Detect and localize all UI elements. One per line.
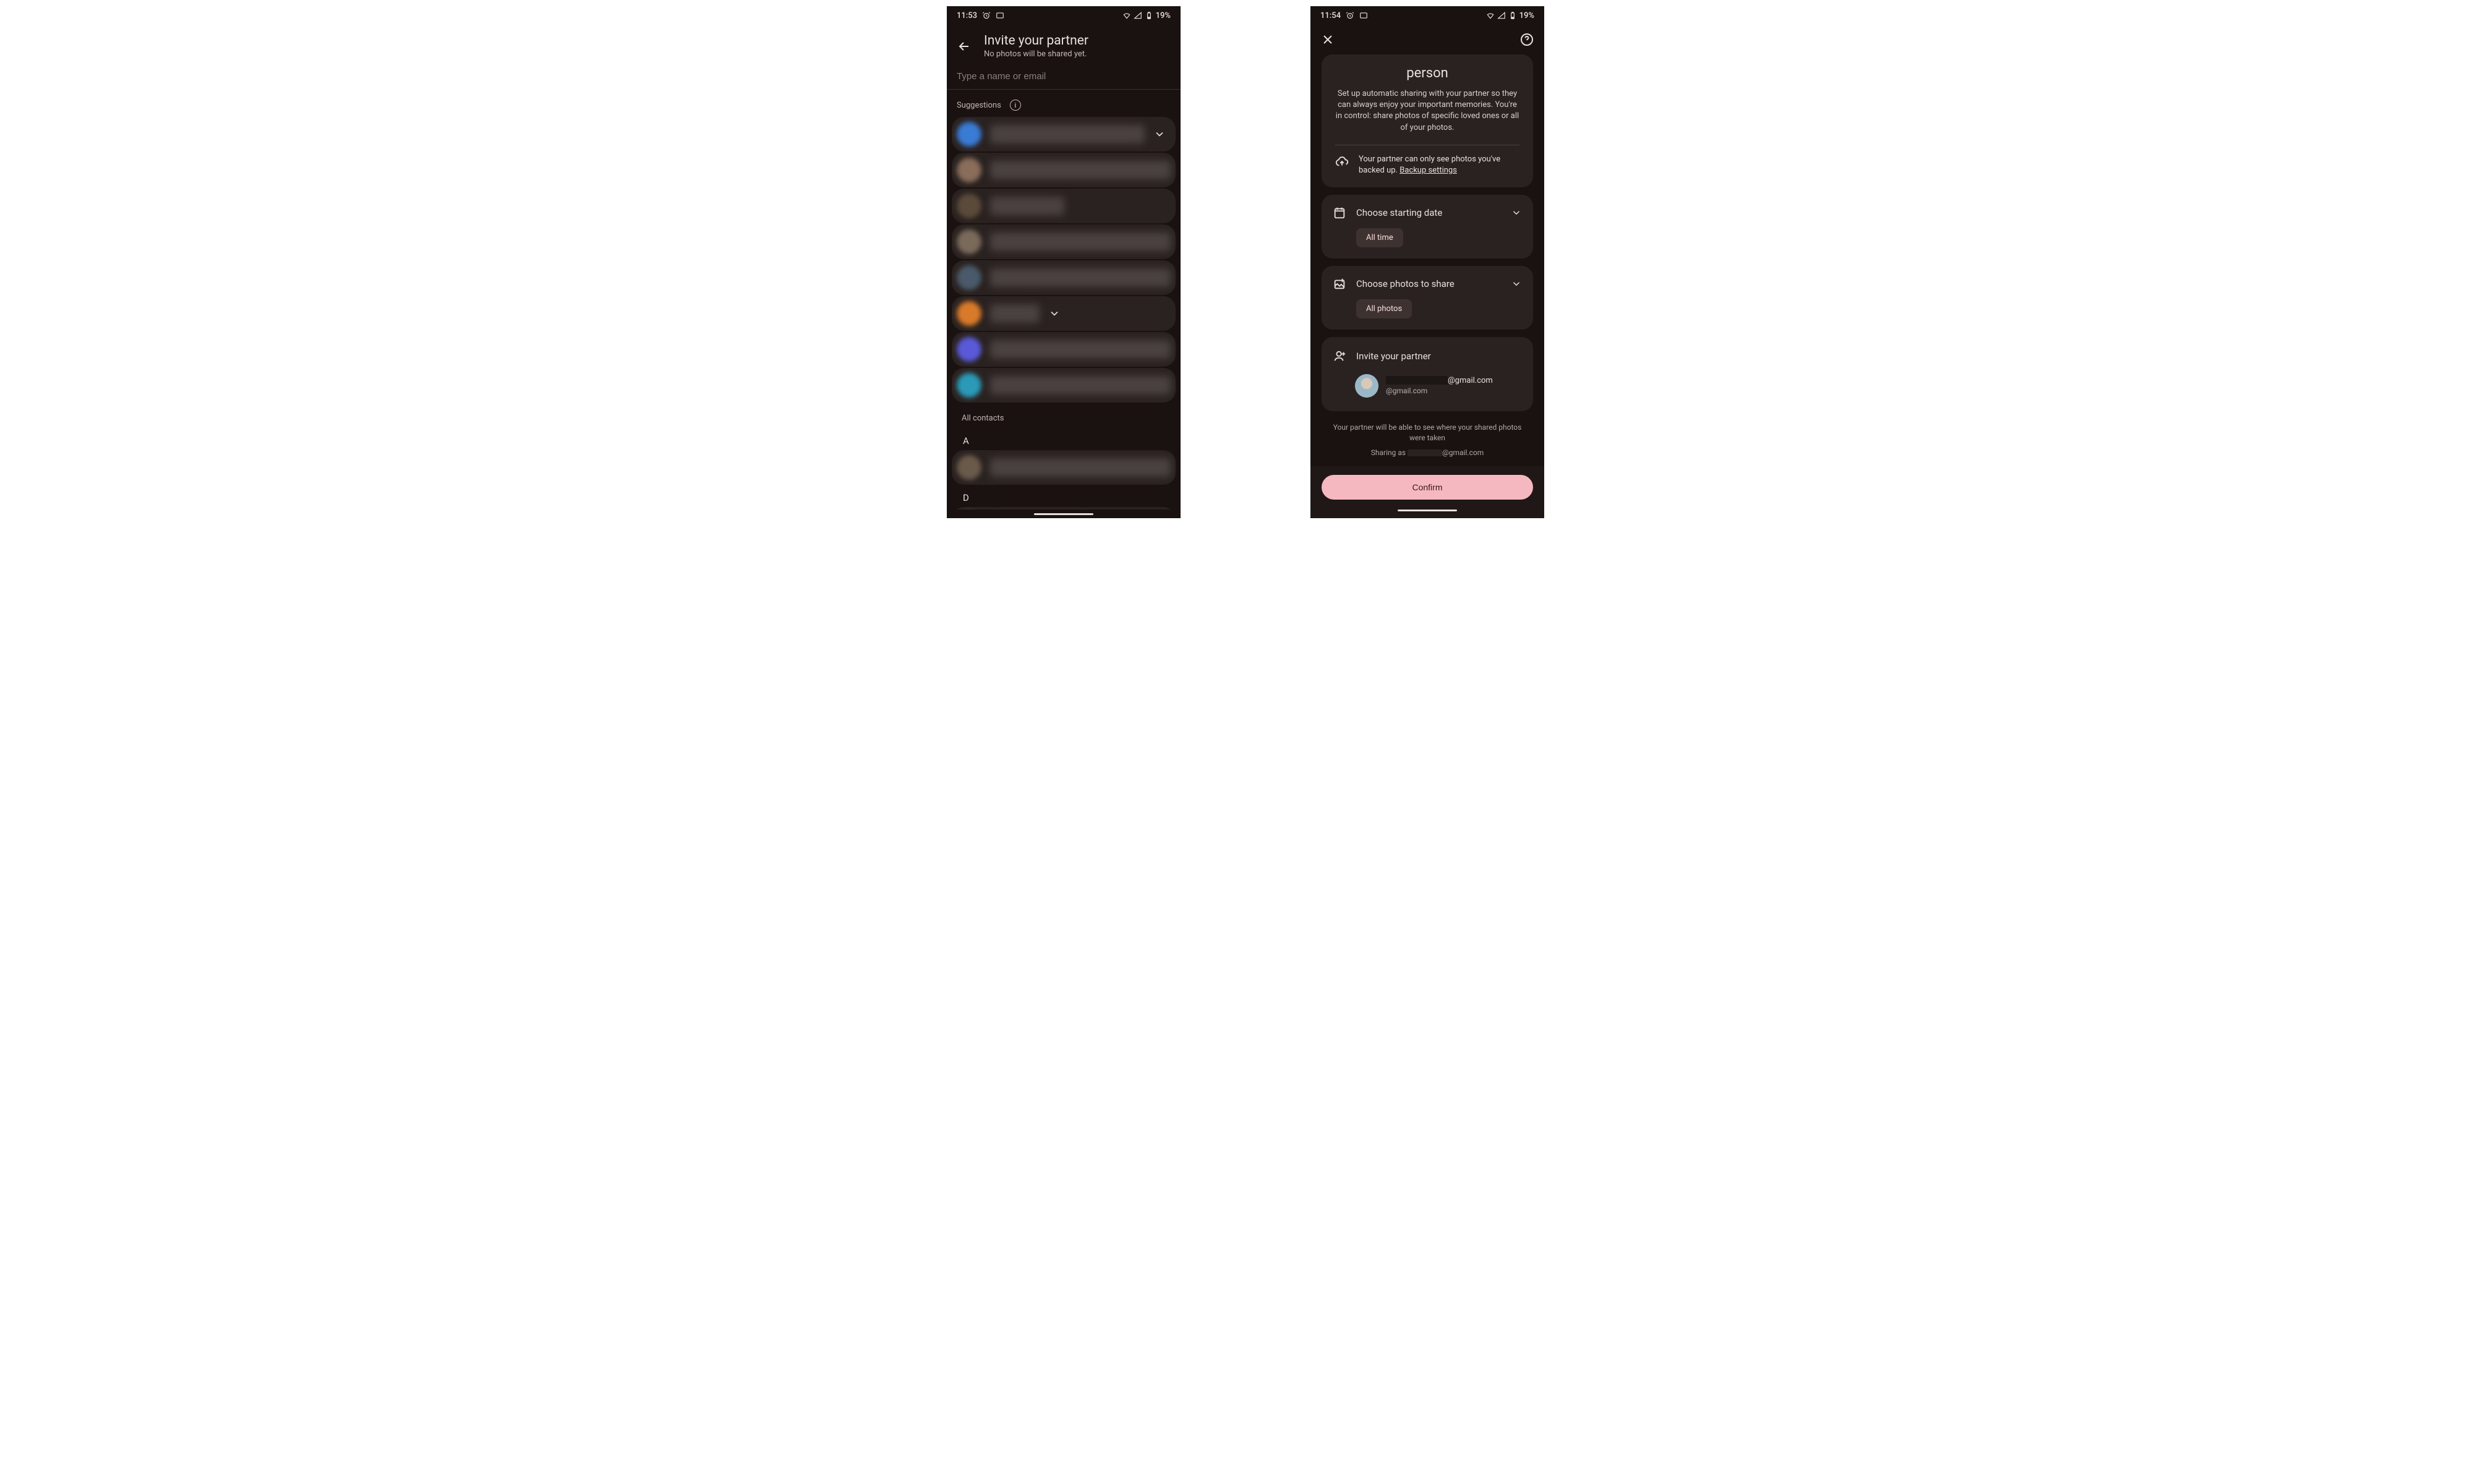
help-icon[interactable] [1519, 32, 1534, 47]
navigation-bar [947, 510, 1181, 518]
alarm-icon [982, 11, 991, 20]
letter-divider-d: D [952, 486, 1176, 507]
calendar-icon [1333, 206, 1346, 220]
contact-item[interactable] [952, 450, 1176, 485]
chevron-down-icon[interactable] [1153, 128, 1166, 140]
cloud-upload-icon [1335, 155, 1349, 169]
starting-date-chip[interactable]: All time [1356, 228, 1403, 247]
cast-icon [1359, 11, 1368, 20]
contact-list[interactable]: All contacts A D [947, 117, 1181, 510]
phone-screen-invite-contacts: 11:53 19% Invite your partn [947, 6, 1181, 518]
invite-partner-title: Invite your partner [1356, 351, 1522, 362]
photo-add-icon [1333, 277, 1346, 291]
suggestion-item[interactable] [952, 224, 1176, 259]
photos-chip[interactable]: All photos [1356, 299, 1412, 318]
backup-note: Your partner can only see photos you've … [1359, 154, 1519, 176]
page-title: Invite your partner [984, 33, 1088, 48]
suggestion-item[interactable] [952, 189, 1176, 223]
intro-description: Set up automatic sharing with your partn… [1335, 88, 1519, 134]
content-scroll[interactable]: person Set up automatic sharing with you… [1310, 54, 1544, 466]
suggestion-item[interactable] [952, 260, 1176, 295]
suggestions-label: Suggestions [957, 101, 1001, 110]
signal-icon [1134, 11, 1142, 20]
phone-screen-confirm-sharing: 11:54 19% [1310, 6, 1544, 518]
contact-item[interactable] [952, 507, 1176, 510]
confirm-bar: Confirm [1310, 466, 1544, 518]
status-bar: 11:54 19% [1310, 6, 1544, 25]
suggestion-item[interactable] [952, 153, 1176, 187]
backup-settings-link[interactable]: Backup settings [1399, 166, 1457, 175]
alarm-icon [1346, 11, 1354, 20]
intro-card: person Set up automatic sharing with you… [1322, 54, 1533, 187]
photos-to-share-card[interactable]: Choose photos to share All photos [1322, 266, 1533, 330]
page-subtitle: No photos will be shared yet. [984, 49, 1088, 59]
partner-email-primary: @gmail.com [1386, 376, 1522, 385]
all-contacts-label: All contacts [952, 404, 1176, 429]
navigation-bar [1322, 506, 1533, 514]
partner-email-secondary: @gmail.com [1386, 386, 1522, 395]
invite-partner-card: Invite your partner @gmail.com @gmail.co… [1322, 337, 1533, 411]
header: Invite your partner No photos will be sh… [947, 25, 1181, 64]
location-disclosure: Your partner will be able to see where y… [1322, 419, 1533, 448]
intro-title-fragment: person [1335, 66, 1519, 81]
photos-to-share-title: Choose photos to share [1356, 278, 1501, 289]
info-icon[interactable]: i [1010, 100, 1021, 111]
suggestion-item[interactable] [952, 368, 1176, 403]
starting-date-title: Choose starting date [1356, 207, 1501, 218]
header [1310, 25, 1544, 54]
battery-percent: 19% [1519, 11, 1534, 20]
status-time: 11:54 [1320, 11, 1341, 20]
starting-date-card[interactable]: Choose starting date All time [1322, 195, 1533, 258]
partner-avatar [1355, 374, 1378, 398]
suggestion-item[interactable] [952, 332, 1176, 367]
name-email-input[interactable] [957, 71, 1171, 82]
cast-icon [996, 11, 1004, 20]
battery-icon [1508, 11, 1517, 20]
person-add-icon [1333, 349, 1346, 363]
suggestion-item[interactable] [952, 117, 1176, 151]
back-arrow-icon[interactable] [957, 39, 972, 54]
chevron-down-icon[interactable] [1511, 278, 1522, 289]
status-bar: 11:53 19% [947, 6, 1181, 25]
confirm-button[interactable]: Confirm [1322, 475, 1533, 500]
battery-icon [1145, 11, 1153, 20]
chevron-down-icon[interactable] [1048, 307, 1061, 320]
nav-handle[interactable] [1034, 513, 1093, 515]
close-icon[interactable] [1320, 32, 1335, 47]
search-area [947, 64, 1181, 90]
nav-handle[interactable] [1398, 510, 1457, 511]
chevron-down-icon[interactable] [1511, 207, 1522, 218]
suggestion-item[interactable] [952, 296, 1176, 331]
sharing-as-label: Sharing as @gmail.com [1322, 448, 1533, 462]
signal-icon [1497, 11, 1506, 20]
wifi-icon [1122, 11, 1131, 20]
wifi-icon [1486, 11, 1495, 20]
battery-percent: 19% [1156, 11, 1171, 20]
status-time: 11:53 [957, 11, 977, 20]
letter-divider-a: A [952, 429, 1176, 450]
